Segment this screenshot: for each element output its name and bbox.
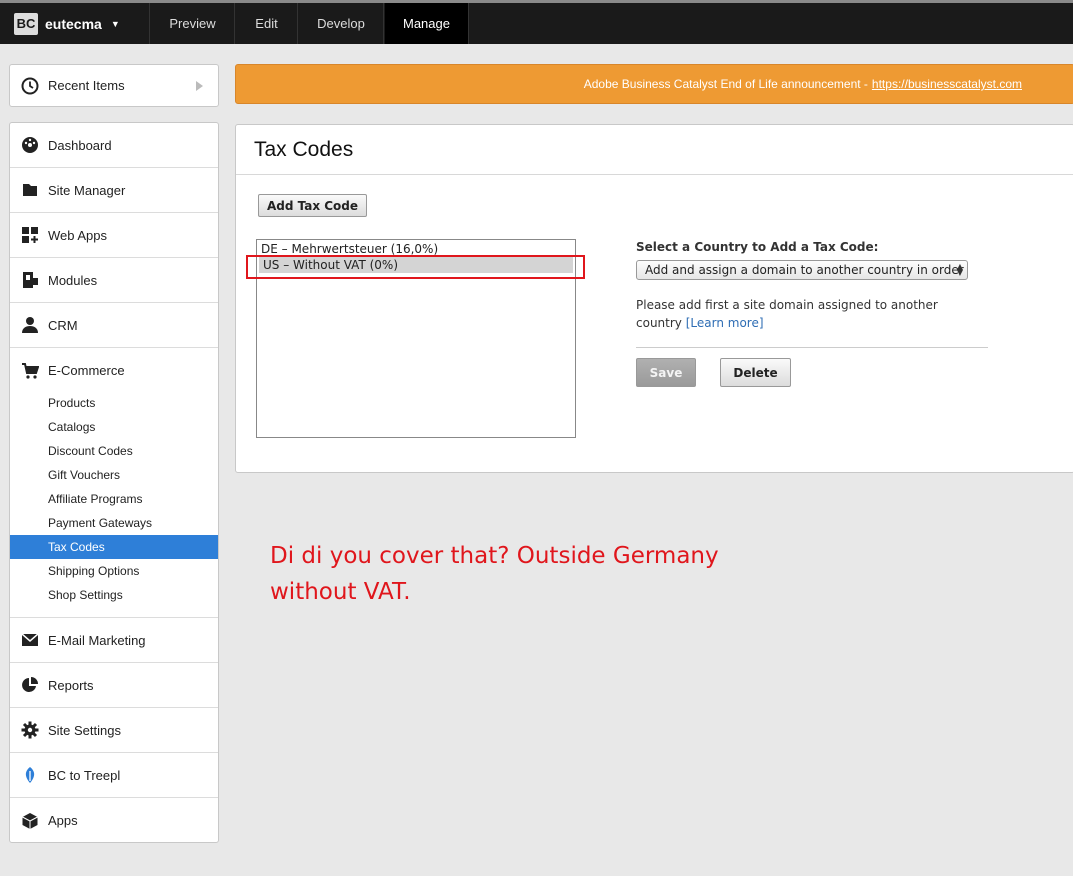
- banner-link[interactable]: https://businesscatalyst.com: [872, 77, 1022, 91]
- pie-chart-icon: [21, 676, 39, 694]
- sidebar-item-label: BC to Treepl: [48, 767, 121, 783]
- sidebar-menu: Dashboard Site Manager Web Apps Modules …: [9, 122, 219, 843]
- tax-codes-panel: Tax Codes Add Tax Code DE – Mehrwertsteu…: [235, 124, 1073, 473]
- sub-item-tax-codes[interactable]: Tax Codes: [10, 535, 218, 559]
- bc-logo: BC: [14, 12, 38, 35]
- tab-preview[interactable]: Preview: [151, 3, 235, 44]
- sidebar-item-label: Web Apps: [48, 227, 108, 243]
- sidebar-item-site-manager[interactable]: Site Manager: [10, 168, 218, 213]
- gear-icon: [21, 721, 39, 739]
- save-button[interactable]: Save: [636, 358, 696, 387]
- envelope-icon: [21, 631, 39, 649]
- select-arrows-icon: ▲ ▼: [956, 262, 963, 277]
- caret-down-icon: ▼: [110, 18, 120, 29]
- sidebar-item-label: Site Manager: [48, 182, 126, 198]
- panel-header: Tax Codes: [236, 125, 1073, 175]
- tab-edit[interactable]: Edit: [236, 3, 298, 44]
- sidebar-item-label: Site Settings: [48, 722, 121, 738]
- folder-icon: [21, 181, 39, 199]
- ecommerce-section: E-Commerce Products Catalogs Discount Co…: [10, 348, 218, 618]
- tab-manage[interactable]: Manage: [385, 3, 469, 44]
- sidebar-item-label: E-Commerce: [48, 363, 125, 378]
- dashboard-icon: [21, 136, 39, 154]
- sub-item-discount-codes[interactable]: Discount Codes: [10, 439, 218, 463]
- tab-develop[interactable]: Develop: [299, 3, 384, 44]
- divider: [636, 347, 988, 348]
- sidebar-item-modules[interactable]: Modules: [10, 258, 218, 303]
- sidebar-item-label: E-Mail Marketing: [48, 632, 146, 648]
- help-text: Please add first a site domain assigned …: [636, 296, 956, 332]
- country-select[interactable]: Add and assign a domain to another count…: [636, 260, 968, 280]
- learn-more-link[interactable]: [Learn more]: [686, 316, 764, 330]
- annotation-highlight-box: [246, 255, 585, 279]
- country-select-value: Add and assign a domain to another count…: [645, 263, 964, 277]
- top-navigation-bar: BC eutecma ▼ Preview Edit Develop Manage: [0, 0, 1073, 44]
- sidebar-item-crm[interactable]: CRM: [10, 303, 218, 348]
- sub-item-catalogs[interactable]: Catalogs: [10, 415, 218, 439]
- sub-item-payment-gateways[interactable]: Payment Gateways: [10, 511, 218, 535]
- sidebar-item-e-commerce[interactable]: E-Commerce: [10, 348, 218, 393]
- sidebar-item-bc-to-treepl[interactable]: BC to Treepl: [10, 753, 218, 798]
- sidebar-item-label: Reports: [48, 677, 94, 693]
- sub-item-shop-settings[interactable]: Shop Settings: [10, 583, 218, 607]
- chevron-right-icon: [196, 81, 203, 91]
- help-message: Please add first a site domain assigned …: [636, 298, 938, 330]
- sidebar-item-apps[interactable]: Apps: [10, 798, 218, 843]
- sub-item-products[interactable]: Products: [10, 391, 218, 415]
- annotation-line-2: without VAT.: [270, 579, 411, 605]
- site-name: eutecma: [45, 15, 102, 32]
- sidebar-item-reports[interactable]: Reports: [10, 663, 218, 708]
- cube-icon: [21, 812, 39, 830]
- sidebar-item-web-apps[interactable]: Web Apps: [10, 213, 218, 258]
- end-of-life-banner: Adobe Business Catalyst End of Life anno…: [235, 64, 1073, 104]
- sidebar-item-label: Dashboard: [48, 137, 112, 153]
- sidebar-item-label: Modules: [48, 272, 98, 288]
- annotation-line-1: Di di you cover that? Outside Germany: [270, 543, 719, 569]
- sub-item-gift-vouchers[interactable]: Gift Vouchers: [10, 463, 218, 487]
- site-switcher[interactable]: BC eutecma ▼: [0, 3, 150, 44]
- page-title: Tax Codes: [254, 137, 354, 161]
- sidebar-item-site-settings[interactable]: Site Settings: [10, 708, 218, 753]
- add-tax-code-button[interactable]: Add Tax Code: [258, 194, 367, 217]
- person-icon: [21, 316, 39, 334]
- clock-icon: [21, 77, 39, 95]
- banner-text: Adobe Business Catalyst End of Life anno…: [583, 77, 868, 91]
- cart-icon: [21, 362, 39, 380]
- treepl-icon: [21, 766, 39, 784]
- modules-icon: [21, 271, 39, 289]
- annotation-note: Di di you cover that? Outside Germany wi…: [270, 538, 790, 610]
- recent-items-button[interactable]: Recent Items: [9, 64, 219, 107]
- web-apps-icon: [21, 226, 39, 244]
- country-select-label: Select a Country to Add a Tax Code:: [636, 240, 879, 254]
- sidebar-item-dashboard[interactable]: Dashboard: [10, 123, 218, 168]
- sidebar-item-e-mail-marketing[interactable]: E-Mail Marketing: [10, 618, 218, 663]
- sub-item-affiliate-programs[interactable]: Affiliate Programs: [10, 487, 218, 511]
- sub-item-shipping-options[interactable]: Shipping Options: [10, 559, 218, 583]
- delete-button[interactable]: Delete: [720, 358, 791, 387]
- sidebar-item-label: Apps: [48, 813, 78, 828]
- recent-items-label: Recent Items: [48, 78, 125, 93]
- sidebar-item-label: CRM: [48, 317, 78, 333]
